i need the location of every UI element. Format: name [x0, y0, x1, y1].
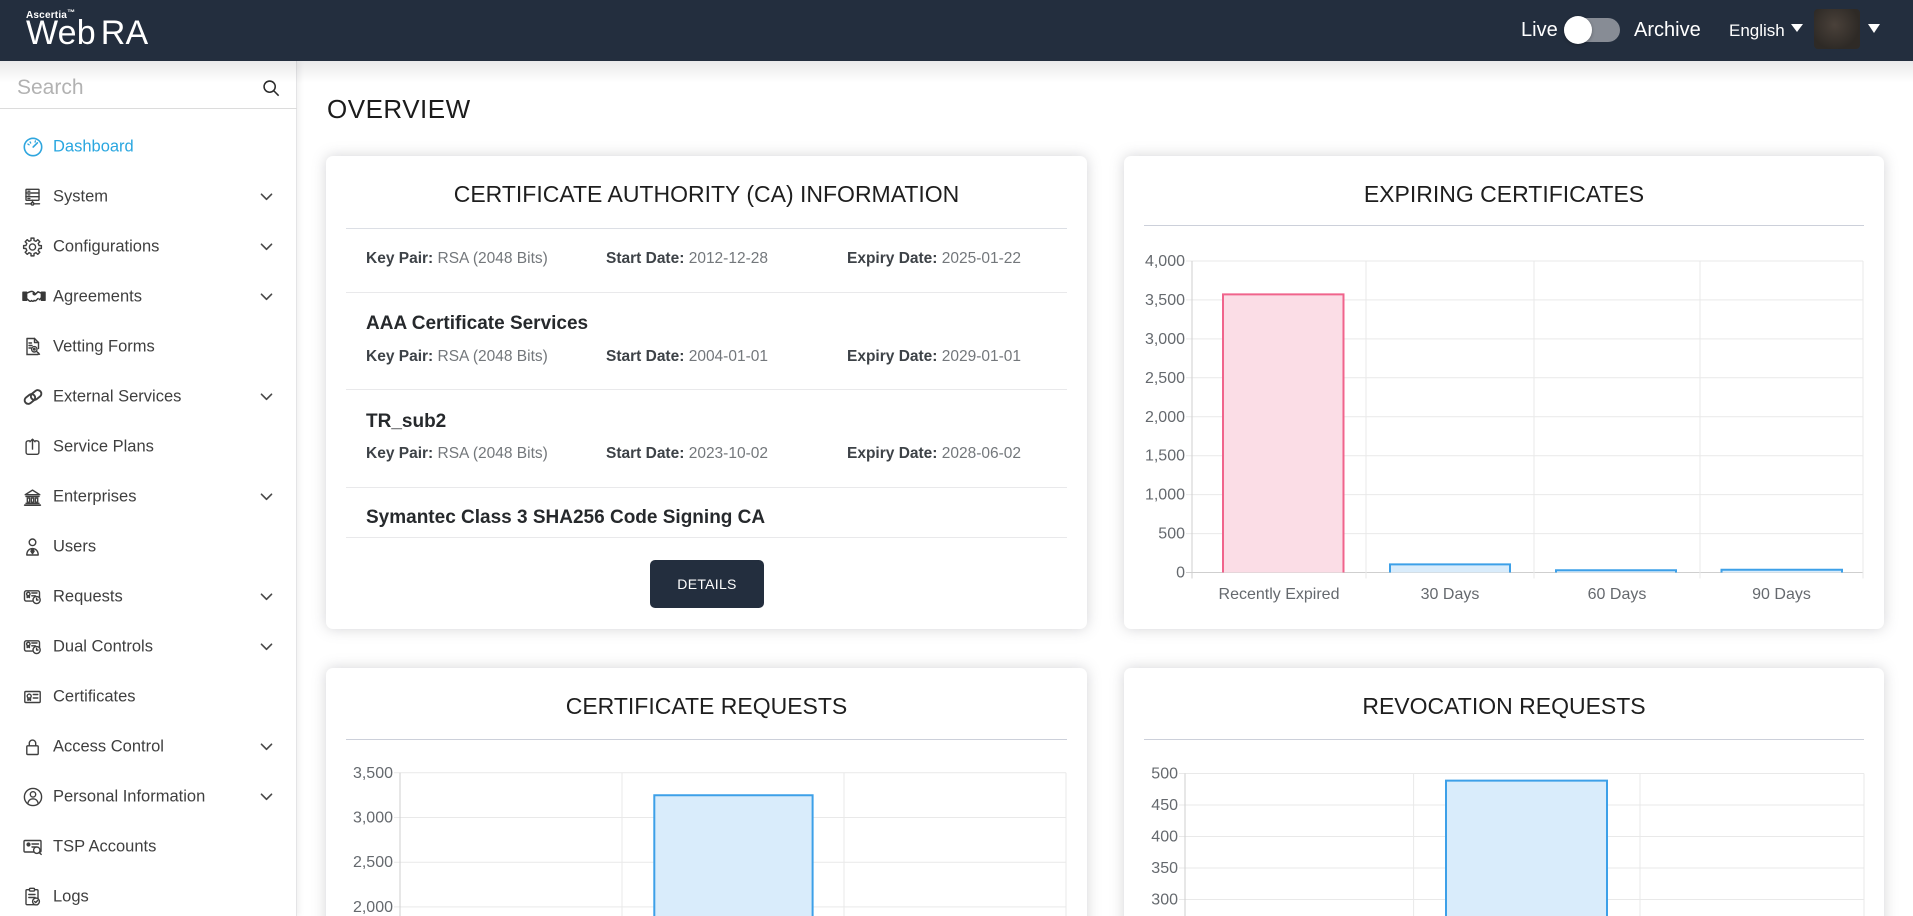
svg-text:500: 500: [1151, 766, 1178, 783]
svg-text:30 Days: 30 Days: [1421, 586, 1480, 603]
svg-text:2,000: 2,000: [353, 899, 393, 916]
svg-text:350: 350: [1151, 860, 1178, 877]
svg-text:450: 450: [1151, 797, 1178, 814]
svg-text:1,000: 1,000: [1145, 487, 1185, 504]
svg-text:2,500: 2,500: [353, 854, 393, 871]
svg-text:4,000: 4,000: [1145, 253, 1185, 270]
svg-text:60 Days: 60 Days: [1588, 586, 1647, 603]
svg-text:90 Days: 90 Days: [1752, 586, 1811, 603]
svg-text:3,000: 3,000: [353, 810, 393, 827]
svg-text:Recently Expired: Recently Expired: [1219, 586, 1340, 603]
svg-text:2,000: 2,000: [1145, 409, 1185, 426]
svg-text:300: 300: [1151, 892, 1178, 909]
svg-text:3,500: 3,500: [353, 765, 393, 782]
svg-text:0: 0: [1176, 565, 1185, 582]
svg-text:3,500: 3,500: [1145, 292, 1185, 309]
svg-text:2,500: 2,500: [1145, 370, 1185, 387]
svg-text:3,000: 3,000: [1145, 331, 1185, 348]
svg-text:500: 500: [1158, 526, 1185, 543]
svg-text:400: 400: [1151, 829, 1178, 846]
svg-text:1,500: 1,500: [1145, 448, 1185, 465]
